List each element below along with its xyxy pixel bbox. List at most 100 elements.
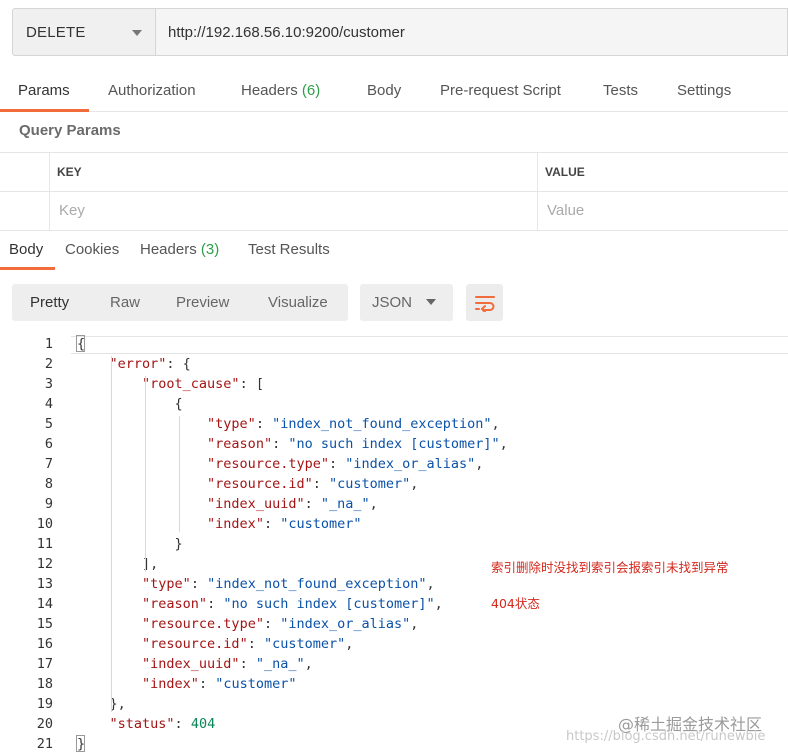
- tab-test-results[interactable]: Test Results: [248, 232, 330, 268]
- format-button-group: Pretty Raw Preview Visualize: [12, 284, 348, 321]
- wrap-lines-button[interactable]: [466, 284, 503, 321]
- json-punctuation: ,: [410, 616, 419, 632]
- tab-params[interactable]: Params: [18, 70, 70, 111]
- tab-pre-request-script[interactable]: Pre-request Script: [440, 70, 561, 111]
- url-input[interactable]: http://192.168.56.10:9200/customer: [155, 8, 788, 56]
- json-punctuation: ,: [426, 576, 435, 592]
- json-string: "customer": [280, 516, 362, 532]
- code-text: "resource.id": "customer",: [77, 474, 418, 494]
- code-line: 13 "type": "index_not_found_exception",: [0, 574, 788, 594]
- line-number: 15: [36, 616, 53, 632]
- json-punctuation: :: [207, 596, 224, 612]
- json-key: "resource.id": [142, 636, 248, 652]
- json-key: "resource.type": [142, 616, 264, 632]
- code-text: "resource.type": "index_or_alias",: [77, 454, 483, 474]
- query-params-table: KEY VALUE Key Value: [0, 152, 788, 231]
- active-tab-indicator: [0, 109, 89, 112]
- json-punctuation: :: [272, 436, 289, 452]
- tab-tests[interactable]: Tests: [603, 70, 638, 111]
- json-punctuation: ,: [369, 496, 378, 512]
- code-text: "resource.type": "index_or_alias",: [77, 614, 418, 634]
- json-key: "index_uuid": [142, 656, 240, 672]
- response-body-viewer[interactable]: 1{2 "error": {3 "root_cause": [4 {5 "typ…: [0, 334, 788, 753]
- json-punctuation: [77, 576, 142, 592]
- json-punctuation: :: [263, 516, 281, 532]
- json-punctuation: [77, 416, 207, 432]
- json-punctuation: ,: [345, 636, 354, 652]
- tab-cookies[interactable]: Cookies: [65, 232, 119, 268]
- json-string: "customer": [215, 676, 297, 692]
- json-number: 404: [190, 716, 216, 732]
- raw-button[interactable]: Raw: [110, 284, 140, 321]
- tab-response-body[interactable]: Body: [9, 232, 43, 268]
- line-number: 7: [44, 456, 53, 472]
- line-number: 11: [36, 536, 53, 552]
- indent-guide: [179, 416, 180, 532]
- preview-button[interactable]: Preview: [176, 284, 229, 321]
- line-number: 6: [44, 436, 53, 452]
- json-punctuation: ,: [304, 656, 313, 672]
- code-line: 15 "resource.type": "index_or_alias",: [0, 614, 788, 634]
- response-headers-count: (3): [200, 241, 220, 258]
- wrap-lines-icon: [474, 295, 495, 312]
- json-punctuation: },: [77, 696, 126, 712]
- table-header-row: KEY VALUE: [0, 153, 788, 192]
- line-number: 2: [44, 356, 53, 372]
- json-punctuation: : {: [166, 356, 191, 372]
- code-line: 8 "resource.id": "customer",: [0, 474, 788, 494]
- code-text: }: [77, 534, 183, 554]
- tab-headers[interactable]: Headers (6): [241, 70, 320, 111]
- pretty-button[interactable]: Pretty: [30, 284, 69, 321]
- json-key: "index_uuid": [207, 496, 305, 512]
- json-punctuation: : [: [239, 376, 264, 392]
- tab-settings[interactable]: Settings: [677, 70, 731, 111]
- visualize-button[interactable]: Visualize: [268, 284, 328, 321]
- tab-response-headers[interactable]: Headers (3): [140, 232, 219, 268]
- code-text: "root_cause": [: [77, 374, 264, 394]
- json-punctuation: [77, 636, 142, 652]
- bracket-match-highlight: [76, 335, 85, 352]
- code-line: 11 }: [0, 534, 788, 554]
- code-text: "index_uuid": "_na_",: [77, 494, 378, 514]
- json-string: "no such index [customer]": [223, 596, 435, 612]
- code-text: "index": "customer": [77, 674, 296, 694]
- json-punctuation: [77, 496, 207, 512]
- line-number: 10: [36, 516, 53, 532]
- tab-authorization[interactable]: Authorization: [108, 70, 196, 111]
- json-key: "index": [142, 676, 199, 692]
- json-punctuation: [77, 596, 142, 612]
- language-select[interactable]: JSON: [360, 284, 453, 321]
- indent-guide: [145, 376, 146, 572]
- code-line: 18 "index": "customer": [0, 674, 788, 694]
- language-label: JSON: [372, 294, 413, 311]
- value-input[interactable]: Value: [547, 192, 584, 230]
- json-punctuation: [77, 456, 207, 472]
- code-line: 10 "index": "customer": [0, 514, 788, 534]
- tab-body[interactable]: Body: [367, 70, 401, 111]
- key-input[interactable]: Key: [59, 192, 85, 230]
- line-number: 21: [36, 736, 53, 752]
- line-number: 16: [36, 636, 53, 652]
- json-punctuation: {: [77, 396, 183, 412]
- code-line: 5 "type": "index_not_found_exception",: [0, 414, 788, 434]
- json-key: "root_cause": [142, 376, 240, 392]
- code-text: "type": "index_not_found_exception",: [77, 414, 500, 434]
- json-punctuation: ,: [475, 456, 484, 472]
- method-select[interactable]: DELETE: [12, 8, 155, 56]
- tab-headers-label: Headers: [241, 82, 298, 99]
- code-line: 3 "root_cause": [: [0, 374, 788, 394]
- json-punctuation: :: [198, 676, 216, 692]
- line-number: 19: [36, 696, 53, 712]
- json-punctuation: ,: [499, 436, 508, 452]
- code-text: "index": "customer": [77, 514, 362, 534]
- line-number: 5: [44, 416, 53, 432]
- active-response-tab-indicator: [0, 267, 55, 270]
- json-punctuation: [77, 516, 207, 532]
- line-number: 13: [36, 576, 53, 592]
- code-text: },: [77, 694, 126, 714]
- code-text: "reason": "no such index [customer]",: [77, 594, 443, 614]
- line-number: 3: [44, 376, 53, 392]
- indent-guide: [111, 356, 112, 712]
- json-key: "reason": [142, 596, 208, 612]
- code-line: 6 "reason": "no such index [customer]",: [0, 434, 788, 454]
